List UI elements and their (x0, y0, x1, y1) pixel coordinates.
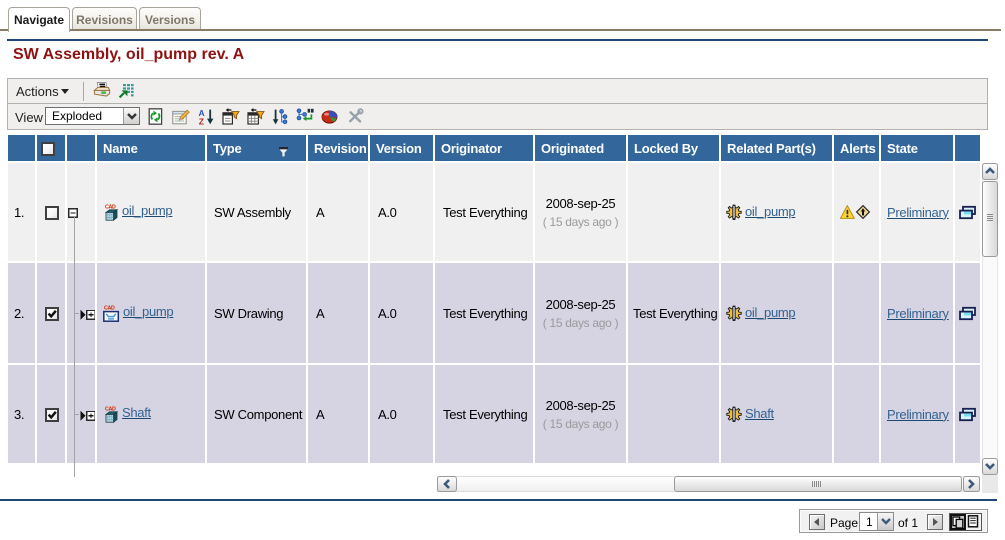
svg-text:CAD: CAD (104, 306, 115, 312)
svg-text:Z: Z (199, 116, 204, 125)
